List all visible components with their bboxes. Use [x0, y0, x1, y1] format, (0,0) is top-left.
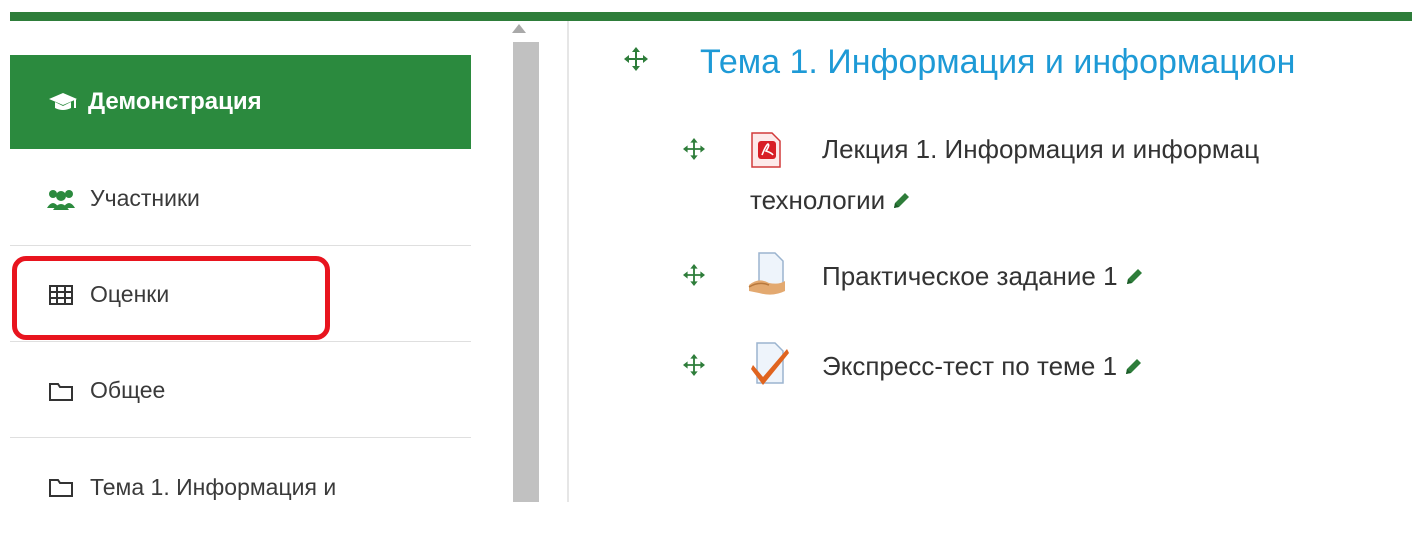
edit-pencil-icon[interactable]	[1124, 263, 1144, 294]
sidebar-item-grades[interactable]: Оценки	[10, 248, 471, 342]
sidebar-item-label: Тема 1. Информация и	[90, 473, 337, 500]
sidebar-item-participants[interactable]: Участники	[10, 152, 471, 246]
folder-icon	[46, 381, 76, 401]
sidebar-item-label: Участники	[90, 185, 200, 211]
sidebar-item-topic-1[interactable]: Тема 1. Информация и	[10, 440, 471, 534]
sidebar-item-demo[interactable]: Демонстрация	[10, 55, 471, 149]
move-icon[interactable]	[683, 264, 705, 291]
activity-title-line[interactable]: Практическое задание 1	[822, 261, 1144, 294]
sidebar-item-general[interactable]: Общее	[10, 344, 471, 438]
sidebar-scrollbar-thumb[interactable]	[513, 42, 539, 502]
activity-title-line2[interactable]: технологии	[750, 185, 885, 215]
folder-icon	[46, 477, 76, 497]
activity-title[interactable]: Лекция 1. Информация и информац	[822, 134, 1259, 165]
pdf-icon	[748, 131, 784, 174]
table-icon	[46, 284, 76, 305]
sidebar-item-label: Общее	[90, 377, 166, 403]
quiz-icon	[749, 341, 791, 392]
scroll-up-icon[interactable]	[512, 24, 526, 33]
users-icon	[46, 188, 76, 210]
sidebar-item-label: Оценки	[90, 281, 170, 307]
activity-title[interactable]: Экспресс-тест по теме 1	[822, 351, 1117, 381]
activity-title-continued[interactable]: технологии	[750, 185, 911, 218]
course-nav-sidebar: Демонстрация Участники Оценки Общее Тема…	[10, 21, 471, 502]
top-bar	[0, 0, 1412, 12]
sidebar-item-label: Демонстрация	[88, 88, 262, 115]
header-accent-bar	[10, 12, 1412, 21]
edit-pencil-icon[interactable]	[1123, 353, 1143, 384]
assignment-icon	[745, 251, 789, 302]
move-icon[interactable]	[683, 138, 705, 165]
move-icon[interactable]	[624, 47, 648, 76]
graduation-cap-icon	[48, 90, 78, 114]
section-title[interactable]: Тема 1. Информация и информацион	[700, 43, 1295, 82]
edit-pencil-icon[interactable]	[891, 187, 911, 218]
activity-title[interactable]: Практическое задание 1	[822, 261, 1118, 291]
move-icon[interactable]	[683, 354, 705, 381]
activity-title-line[interactable]: Экспресс-тест по теме 1	[822, 351, 1143, 384]
course-content: Тема 1. Информация и информацион Лекция …	[569, 21, 1412, 502]
